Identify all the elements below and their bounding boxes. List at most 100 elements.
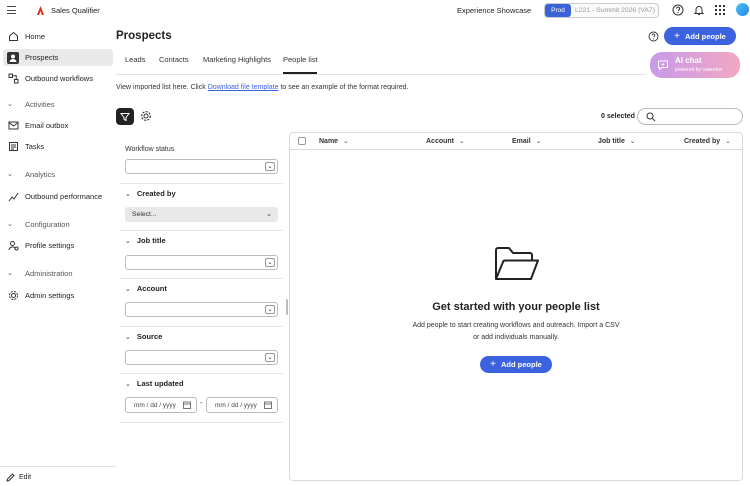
filter-header-created-by[interactable]: ⌄ Created by xyxy=(125,189,176,198)
apps-grid-icon[interactable] xyxy=(714,4,726,16)
add-people-button[interactable]: + Add people xyxy=(664,27,736,45)
filter-created-by: ⌄ Created by Select... ⌄ xyxy=(120,184,283,231)
sidebar-item-profile-settings[interactable]: Profile settings xyxy=(3,237,113,254)
date-from-input[interactable]: mm / dd / yyyy xyxy=(125,397,197,413)
calendar-icon[interactable] xyxy=(264,401,272,409)
ai-chat-title: AI chat xyxy=(675,56,702,65)
filter-toggle-button[interactable] xyxy=(116,108,134,125)
job-title-select[interactable]: ⌄ xyxy=(125,255,278,270)
empty-state-add-people-button[interactable]: + Add people xyxy=(480,356,552,373)
help-icon[interactable] xyxy=(672,4,684,16)
sidebar-divider xyxy=(0,466,116,467)
column-header-created-by[interactable]: Created by ⌄ xyxy=(684,137,731,146)
column-label: Created by xyxy=(684,137,721,145)
source-select[interactable]: ⌄ xyxy=(125,350,278,365)
column-header-job-title[interactable]: Job title ⌄ xyxy=(598,137,636,146)
sidebar-group-label: Analytics xyxy=(25,169,56,179)
info-text-after: to see an example of the format required… xyxy=(278,84,409,91)
chevron-down-icon: ⌄ xyxy=(535,138,542,145)
filter-title: Last updated xyxy=(136,379,184,388)
sidebar-item-outbound-workflows[interactable]: Outbound workflows xyxy=(3,70,113,87)
chevron-down-icon: ⌄ xyxy=(265,162,275,171)
workspace-name[interactable]: Experience Showcase xyxy=(457,6,531,15)
filter-header-last-updated[interactable]: ⌄ Last updated xyxy=(125,379,184,388)
filter-title: Created by xyxy=(136,189,176,198)
workflow-icon xyxy=(8,73,18,84)
column-header-name[interactable]: Name ⌄ xyxy=(319,137,349,146)
sidebar-group-administration[interactable]: ⌄ Administration xyxy=(3,266,113,280)
tab-contacts[interactable]: Contacts xyxy=(159,55,189,64)
chevron-down-icon: ⌄ xyxy=(7,101,13,108)
created-by-select[interactable]: Select... ⌄ xyxy=(125,207,278,222)
sidebar-item-prospects[interactable]: Prospects xyxy=(3,49,113,66)
panel-resize-handle[interactable] xyxy=(286,299,288,315)
plus-icon: + xyxy=(674,30,680,42)
menu-icon[interactable] xyxy=(7,6,16,15)
empty-state-description: Add people to start creating workflows a… xyxy=(412,322,620,341)
workflow-status-select[interactable]: ⌄ xyxy=(125,159,278,174)
sidebar-item-outbound-performance[interactable]: Outbound performance xyxy=(3,188,113,205)
ai-chat-button[interactable]: AI chat powered by coworker xyxy=(650,52,740,78)
environment-selector[interactable]: Prod L221 - Summit 2026 (VA7) xyxy=(544,3,659,18)
open-folder-icon xyxy=(495,247,539,280)
column-label: Name xyxy=(319,137,339,145)
filter-source: ⌄ Source ⌄ xyxy=(120,327,283,374)
sidebar-item-label: Outbound workflows xyxy=(25,74,93,83)
date-from-placeholder: mm / dd / yyyy xyxy=(134,402,176,409)
sidebar-item-label: Admin settings xyxy=(25,291,75,300)
download-template-link[interactable]: Download file template xyxy=(208,84,279,91)
chevron-down-icon: ⌄ xyxy=(629,138,636,145)
chevron-down-icon: ⌄ xyxy=(265,305,275,314)
tab-people-list[interactable]: People list xyxy=(283,55,318,64)
settings-gear-icon[interactable] xyxy=(140,110,152,122)
environment-name: L221 - Summit 2026 (VA7) xyxy=(575,7,655,14)
user-avatar[interactable] xyxy=(736,3,749,16)
chevron-down-icon: ⌄ xyxy=(265,258,275,267)
column-header-email[interactable]: Email ⌄ xyxy=(512,137,542,146)
calendar-icon[interactable] xyxy=(183,401,191,409)
search-input[interactable] xyxy=(637,108,743,125)
select-all-checkbox[interactable] xyxy=(298,137,306,145)
filter-workflow-status: Workflow status ⌄ xyxy=(120,137,283,184)
pencil-icon xyxy=(6,473,15,482)
sidebar-item-label: Prospects xyxy=(25,53,59,62)
chevron-down-icon: ⌄ xyxy=(266,211,272,218)
edit-button[interactable]: Edit xyxy=(6,473,31,482)
column-header-account[interactable]: Account ⌄ xyxy=(426,137,465,146)
sidebar-item-label: Outbound performance xyxy=(25,192,103,201)
sidebar-group-configuration[interactable]: ⌄ Configuration xyxy=(3,217,113,231)
sidebar-item-admin-settings[interactable]: Admin settings xyxy=(3,287,113,304)
app-name: Sales Qualifier xyxy=(51,6,100,15)
account-select[interactable]: ⌄ xyxy=(125,302,278,317)
sidebar-item-label: Tasks xyxy=(25,142,45,151)
tab-leads[interactable]: Leads xyxy=(125,55,145,64)
filter-header-account[interactable]: ⌄ Account xyxy=(125,284,167,293)
chevron-down-icon: ⌄ xyxy=(125,380,131,388)
prospects-icon xyxy=(7,51,19,64)
add-people-label: Add people xyxy=(501,360,542,369)
chevron-down-icon: ⌄ xyxy=(459,138,465,145)
sidebar-item-tasks[interactable]: Tasks xyxy=(3,138,113,155)
email-icon xyxy=(8,121,18,130)
filter-header-source[interactable]: ⌄ Source xyxy=(125,332,162,341)
notifications-bell-icon[interactable] xyxy=(693,4,705,16)
chevron-down-icon: ⌄ xyxy=(7,171,13,178)
sidebar-group-analytics[interactable]: ⌄ Analytics xyxy=(3,167,113,181)
chevron-down-icon: ⌄ xyxy=(125,333,131,341)
sidebar-item-email-outbox[interactable]: Email outbox xyxy=(3,117,113,134)
sidebar: Home Prospects Outbound workflows ⌄ Acti… xyxy=(0,22,116,486)
page-help-icon[interactable] xyxy=(648,31,659,42)
tabs-divider xyxy=(116,74,646,75)
filter-header-job-title[interactable]: ⌄ Job title xyxy=(125,236,166,245)
filter-job-title: ⌄ Job title ⌄ xyxy=(120,231,283,279)
add-people-label: Add people xyxy=(685,31,726,41)
chevron-down-icon: ⌄ xyxy=(265,353,275,362)
ai-chat-subtitle: powered by coworker xyxy=(675,67,723,73)
sidebar-group-activities[interactable]: ⌄ Activities xyxy=(3,97,113,111)
chevron-down-icon: ⌄ xyxy=(7,270,13,277)
date-to-input[interactable]: mm / dd / yyyy xyxy=(206,397,278,413)
sidebar-item-home[interactable]: Home xyxy=(3,28,113,45)
edit-label: Edit xyxy=(19,474,32,481)
tab-marketing-highlights[interactable]: Marketing Highlights xyxy=(203,55,271,64)
sidebar-group-label: Activities xyxy=(25,99,55,109)
